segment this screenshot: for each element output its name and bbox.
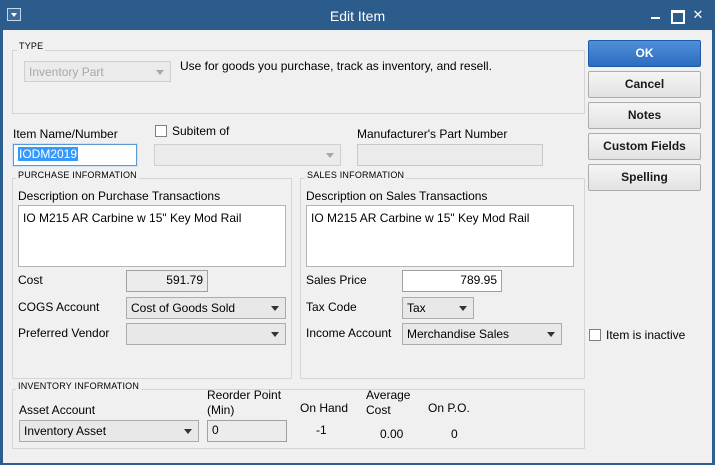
reorder-point-input[interactable]: 0 <box>207 420 287 442</box>
subitem-select[interactable] <box>154 144 341 166</box>
type-group-label: TYPE <box>17 41 46 51</box>
purchase-group-label: PURCHASE INFORMATION <box>16 170 139 180</box>
average-cost-value: 0.00 <box>380 427 404 441</box>
chevron-down-icon <box>184 429 192 434</box>
chevron-down-icon <box>459 306 467 311</box>
sales-price-value: 789.95 <box>460 273 497 287</box>
sales-price-input[interactable]: 789.95 <box>402 270 502 292</box>
cost-label: Cost <box>18 273 43 287</box>
item-type-select[interactable]: Inventory Part <box>24 61 171 82</box>
chevron-down-icon <box>326 153 334 158</box>
item-name-input[interactable]: IODM2019 <box>12 143 138 167</box>
cogs-value: Cost of Goods Sold <box>131 301 236 315</box>
edit-item-window: Edit Item ✕ TYPE Inventory Part Use for … <box>0 0 715 465</box>
asset-account-select[interactable]: Inventory Asset <box>19 420 199 442</box>
title-bar: Edit Item ✕ <box>0 0 715 30</box>
mpn-input[interactable] <box>357 144 543 166</box>
dialog-body: TYPE Inventory Part Use for goods you pu… <box>3 30 712 463</box>
window-title: Edit Item <box>329 8 386 24</box>
chevron-down-icon <box>547 332 555 337</box>
subitem-label: Subitem of <box>172 124 230 138</box>
income-account-label: Income Account <box>306 326 392 340</box>
item-name-value: IODM2019 <box>18 147 79 161</box>
notes-button[interactable]: Notes <box>588 102 701 129</box>
purchase-desc-label: Description on Purchase Transactions <box>18 189 221 203</box>
mpn-label: Manufacturer's Part Number <box>357 127 508 141</box>
custom-fields-button[interactable]: Custom Fields <box>588 133 701 160</box>
minimize-icon[interactable] <box>647 6 665 24</box>
item-inactive-checkbox[interactable] <box>589 329 601 341</box>
cost-value: 591.79 <box>166 273 203 287</box>
reorder-point-min-label: (Min) <box>207 403 235 417</box>
vendor-select[interactable] <box>126 323 286 345</box>
on-hand-value: -1 <box>316 423 327 437</box>
sales-desc-value: IO M215 AR Carbine w 15" Key Mod Rail <box>311 211 530 225</box>
reorder-point-value: 0 <box>212 423 219 437</box>
income-account-value: Merchandise Sales <box>407 327 510 341</box>
tax-code-label: Tax Code <box>306 300 357 314</box>
income-account-select[interactable]: Merchandise Sales <box>402 323 562 345</box>
subitem-checkbox[interactable] <box>155 125 167 137</box>
purchase-desc-textarea[interactable]: IO M215 AR Carbine w 15" Key Mod Rail <box>18 205 286 267</box>
cogs-label: COGS Account <box>18 300 100 314</box>
chevron-down-icon <box>271 332 279 337</box>
maximize-icon[interactable] <box>668 6 686 24</box>
on-po-label: On P.O. <box>428 401 470 415</box>
sales-price-label: Sales Price <box>306 273 367 287</box>
tax-code-select[interactable]: Tax <box>402 297 474 319</box>
average-cost-label-2: Cost <box>366 403 391 417</box>
ok-button[interactable]: OK <box>588 40 701 67</box>
cancel-button[interactable]: Cancel <box>588 71 701 98</box>
purchase-desc-value: IO M215 AR Carbine w 15" Key Mod Rail <box>23 211 242 225</box>
on-hand-label: On Hand <box>300 401 349 415</box>
item-type-value: Inventory Part <box>29 65 104 79</box>
asset-account-label: Asset Account <box>19 403 96 417</box>
item-inactive-label: Item is inactive <box>606 328 686 342</box>
spelling-button[interactable]: Spelling <box>588 164 701 191</box>
tax-code-value: Tax <box>407 301 426 315</box>
asset-account-value: Inventory Asset <box>24 424 107 438</box>
sales-desc-label: Description on Sales Transactions <box>306 189 488 203</box>
cost-input[interactable]: 591.79 <box>126 270 208 292</box>
reorder-point-label: Reorder Point <box>207 388 282 402</box>
on-po-value: 0 <box>451 427 458 441</box>
sales-desc-textarea[interactable]: IO M215 AR Carbine w 15" Key Mod Rail <box>306 205 574 267</box>
average-cost-label: Average <box>366 388 411 402</box>
vendor-label: Preferred Vendor <box>18 326 110 340</box>
chevron-down-icon <box>156 70 164 75</box>
item-name-label: Item Name/Number <box>13 127 118 141</box>
inventory-group-label: INVENTORY INFORMATION <box>16 381 142 391</box>
type-description: Use for goods you purchase, track as inv… <box>180 59 492 73</box>
sales-group-label: SALES INFORMATION <box>305 170 407 180</box>
chevron-down-icon <box>271 306 279 311</box>
cogs-select[interactable]: Cost of Goods Sold <box>126 297 286 319</box>
close-icon[interactable]: ✕ <box>689 6 707 24</box>
